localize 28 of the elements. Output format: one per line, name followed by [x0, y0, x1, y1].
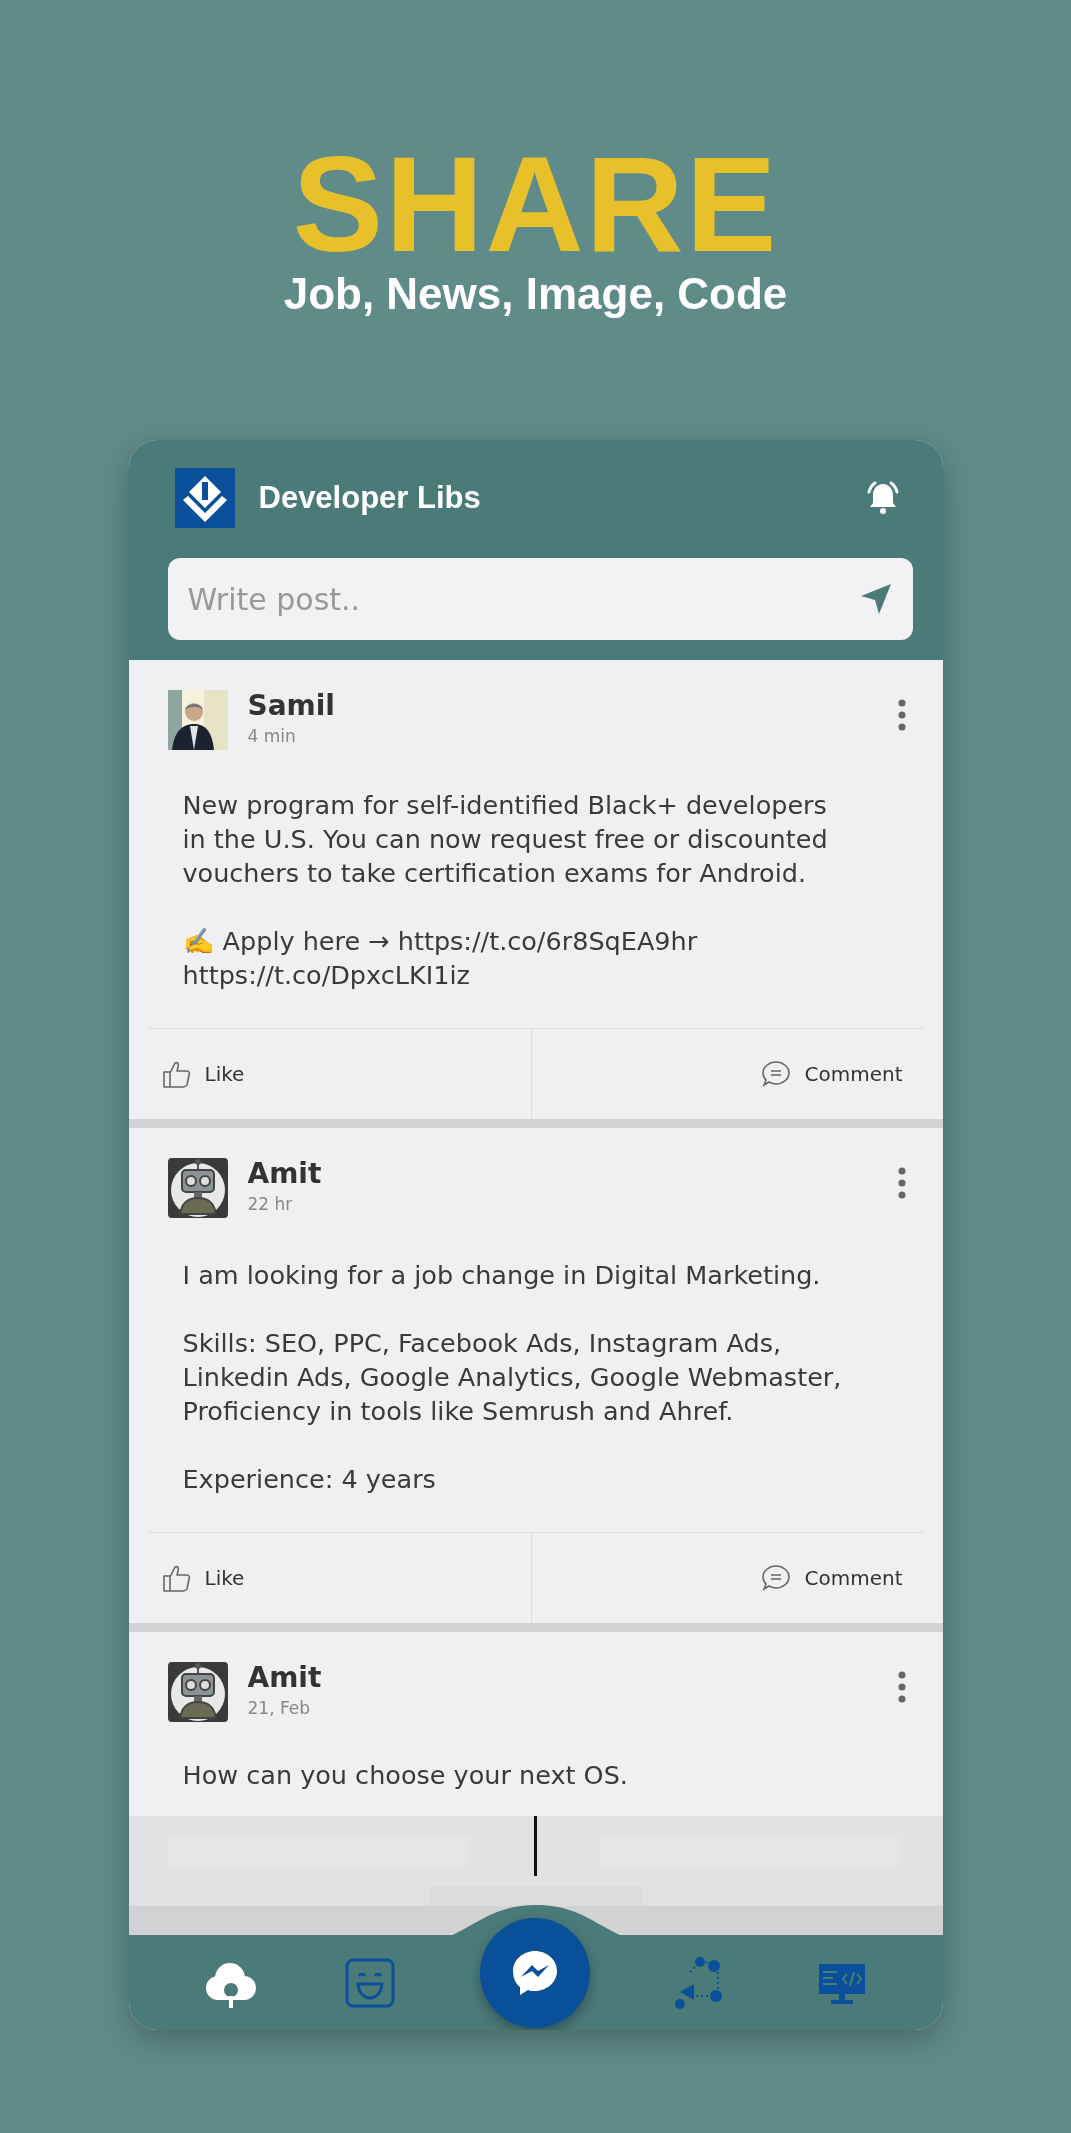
post-text: How can you choose your next OS. — [182, 1759, 629, 1792]
thumbs-up-icon — [160, 1563, 191, 1593]
speech-bubble-icon — [760, 1059, 791, 1089]
chat-button[interactable] — [480, 1917, 591, 2028]
post-text: New program for self-identified Black+ developers in the U.S. You can now request free or discounted vouchers to take certification exams for Android. ✍ Apply here → https://t.co/6r8SqEA9hr https://t.co/DpxcLKI1iz — [182, 789, 829, 992]
thumbs-up-icon — [160, 1059, 191, 1089]
comment-button[interactable]: Comment — [531, 1533, 925, 1623]
more-icon[interactable] — [896, 1166, 907, 1200]
speech-bubble-icon — [760, 1563, 791, 1593]
robot-avatar-icon — [167, 1662, 228, 1722]
post-time: 22 hr — [247, 1194, 293, 1214]
more-icon[interactable] — [896, 698, 907, 732]
author-name: Samil — [247, 690, 335, 722]
more-icon[interactable] — [896, 1670, 907, 1704]
app-title: Developer Libs — [258, 480, 482, 516]
post-time: 4 min — [247, 726, 296, 746]
author-name: Amit — [247, 1662, 322, 1694]
logo-icon — [174, 468, 235, 528]
like-button[interactable]: Like — [146, 1533, 531, 1623]
post-time: 21, Feb — [247, 1698, 311, 1718]
like-button[interactable]: Like — [146, 1029, 531, 1119]
comment-button[interactable]: Comment — [531, 1029, 925, 1119]
robot-avatar-icon — [167, 1158, 228, 1218]
subtitle: Job, News, Image, Code — [283, 268, 788, 320]
post-text: I am looking for a job change in Digital Marketing. Skills: SEO, PPC, Facebook Ads, Instagram Ads, Linkedin Ads, Google Analytics, Google Webmaster, Proficiency in tools like Semrush and Ahref. Experience: 4 years — [182, 1259, 843, 1496]
headline: SHARE — [292, 140, 779, 268]
author-name: Amit — [247, 1158, 322, 1190]
post-input-field[interactable]: Write post.. — [167, 558, 913, 640]
